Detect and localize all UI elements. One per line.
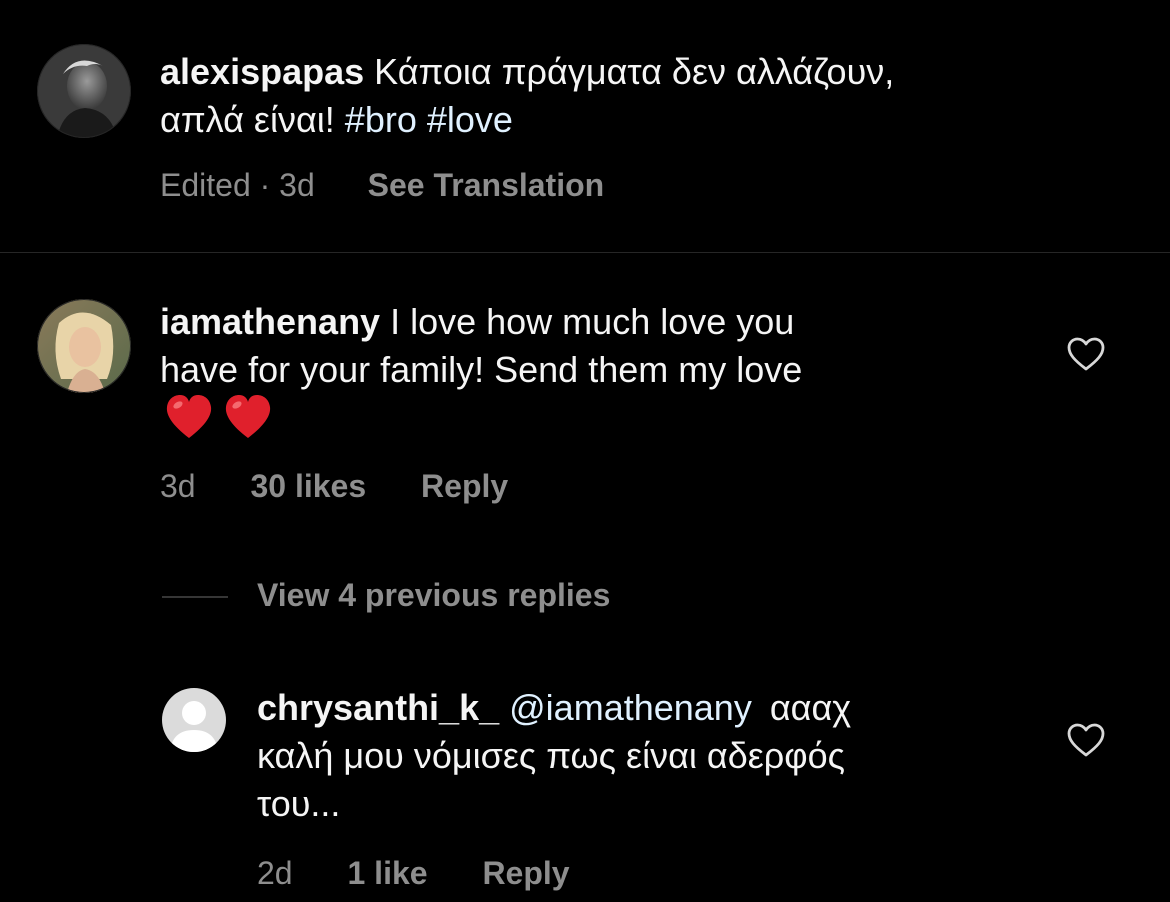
comment-time: 3d	[160, 468, 196, 504]
reply-text-line3: του...	[257, 783, 341, 824]
view-previous-replies-button[interactable]: View 4 previous replies	[257, 577, 610, 614]
reply-text-line1: αααχ	[769, 687, 852, 728]
reply-mention[interactable]: @iamathenany	[509, 687, 752, 728]
hashtag-love[interactable]: #love	[427, 99, 513, 140]
heart-outline-icon	[1067, 337, 1105, 371]
reply-meta: 2d 1 like Reply	[257, 855, 570, 892]
comment-username[interactable]: iamathenany	[160, 301, 380, 342]
comment-avatar[interactable]	[37, 299, 131, 393]
reply-likes-button[interactable]: 1 like	[347, 855, 427, 891]
reply-avatar[interactable]	[162, 688, 226, 752]
hashtag-bro[interactable]: #bro	[345, 99, 417, 140]
caption-meta: Edited · 3d See Translation	[160, 167, 604, 204]
comment-meta: 3d 30 likes Reply	[160, 468, 508, 505]
caption-text: alexispapas Κάποια πράγματα δεν αλλάζουν…	[160, 48, 894, 144]
caption-text-line2: απλά είναι!	[160, 99, 335, 140]
comment-text-line2: have for your family! Send them my love	[160, 349, 803, 390]
comment-likes-button[interactable]: 30 likes	[250, 468, 366, 504]
comment-text: iamathenany I love how much love you hav…	[160, 298, 802, 394]
caption-avatar[interactable]	[37, 44, 131, 138]
heart-outline-icon	[1067, 723, 1105, 757]
caption-username[interactable]: alexispapas	[160, 51, 364, 92]
reply-reply-button[interactable]: Reply	[482, 855, 569, 891]
caption-divider	[0, 252, 1170, 253]
reply-username[interactable]: chrysanthi_k_	[257, 687, 499, 728]
replies-divider-line	[162, 596, 228, 598]
reply-time: 2d	[257, 855, 293, 891]
view-previous-replies-label: View 4 previous replies	[257, 577, 611, 613]
comment-text-line1: I love how much love you	[390, 301, 795, 342]
comment-reply-button[interactable]: Reply	[421, 468, 508, 504]
reply-text: chrysanthi_k_ @iamathenany αααχ καλή μου…	[257, 684, 851, 828]
reply-text-line2: καλή μου νόμισες πως είναι αδερφός	[257, 735, 845, 776]
comment-like-button[interactable]	[1066, 335, 1106, 375]
caption-text-line1: Κάποια πράγματα δεν αλλάζουν,	[374, 51, 895, 92]
see-translation-button[interactable]: See Translation	[368, 167, 605, 203]
heart-emoji	[164, 392, 214, 442]
edited-label: Edited · 3d	[160, 167, 315, 203]
reply-like-button[interactable]	[1066, 721, 1106, 761]
default-avatar-icon	[162, 688, 226, 752]
heart-emoji	[223, 392, 273, 442]
